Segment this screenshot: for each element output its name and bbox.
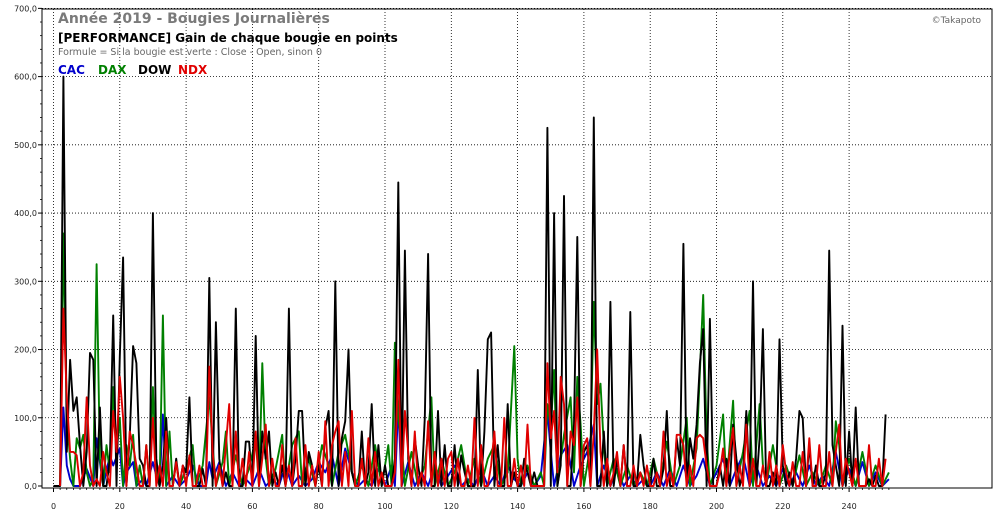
x-tick-label: 60	[247, 502, 257, 511]
x-tick-label: 120	[444, 502, 459, 511]
x-tick-label: 160	[576, 502, 591, 511]
y-tick-label: 100,0	[14, 414, 37, 423]
x-tick-label: 40	[181, 502, 191, 511]
x-tick-label: 240	[841, 502, 856, 511]
x-tick-label: 140	[510, 502, 525, 511]
y-tick-label: 500,0	[14, 141, 37, 150]
chart-title: Année 2019 - Bougies Journalières	[58, 11, 330, 27]
x-tick-label: 20	[115, 502, 125, 511]
chart-watermark: ©Takapoto	[932, 16, 982, 26]
x-tick-label: 200	[709, 502, 724, 511]
legend-item-cac: CAC	[58, 63, 85, 77]
x-tick-label: 0	[51, 502, 56, 511]
x-tick-label: 180	[643, 502, 658, 511]
x-tick-label: 100	[377, 502, 392, 511]
y-tick-label: 600,0	[14, 73, 37, 82]
x-tick-label: 220	[775, 502, 790, 511]
legend-item-ndx: NDX	[178, 63, 208, 77]
y-tick-label: 400,0	[14, 209, 37, 218]
legend-item-dax: DAX	[98, 63, 127, 77]
y-tick-label: 0,0	[24, 482, 37, 491]
chart-subtitle: [PERFORMANCE] Gain de chaque bougie en p…	[58, 31, 398, 45]
y-tick-label: 700,0	[14, 4, 37, 13]
x-tick-label: 80	[314, 502, 324, 511]
legend-item-dow: DOW	[138, 63, 171, 77]
chart-container: 0,0 100,0 200,0 300,0 400,0 500,0 600,0 700,0 0 2…	[0, 0, 1000, 520]
chart-svg: 0,0 100,0 200,0 300,0 400,0 500,0 600,0 700,0 0 2…	[0, 0, 1000, 520]
y-tick-label: 300,0	[14, 277, 37, 286]
chart-formula-note: Formule = Si la bougie est verte : Close…	[58, 47, 322, 58]
y-tick-label: 200,0	[14, 346, 37, 355]
